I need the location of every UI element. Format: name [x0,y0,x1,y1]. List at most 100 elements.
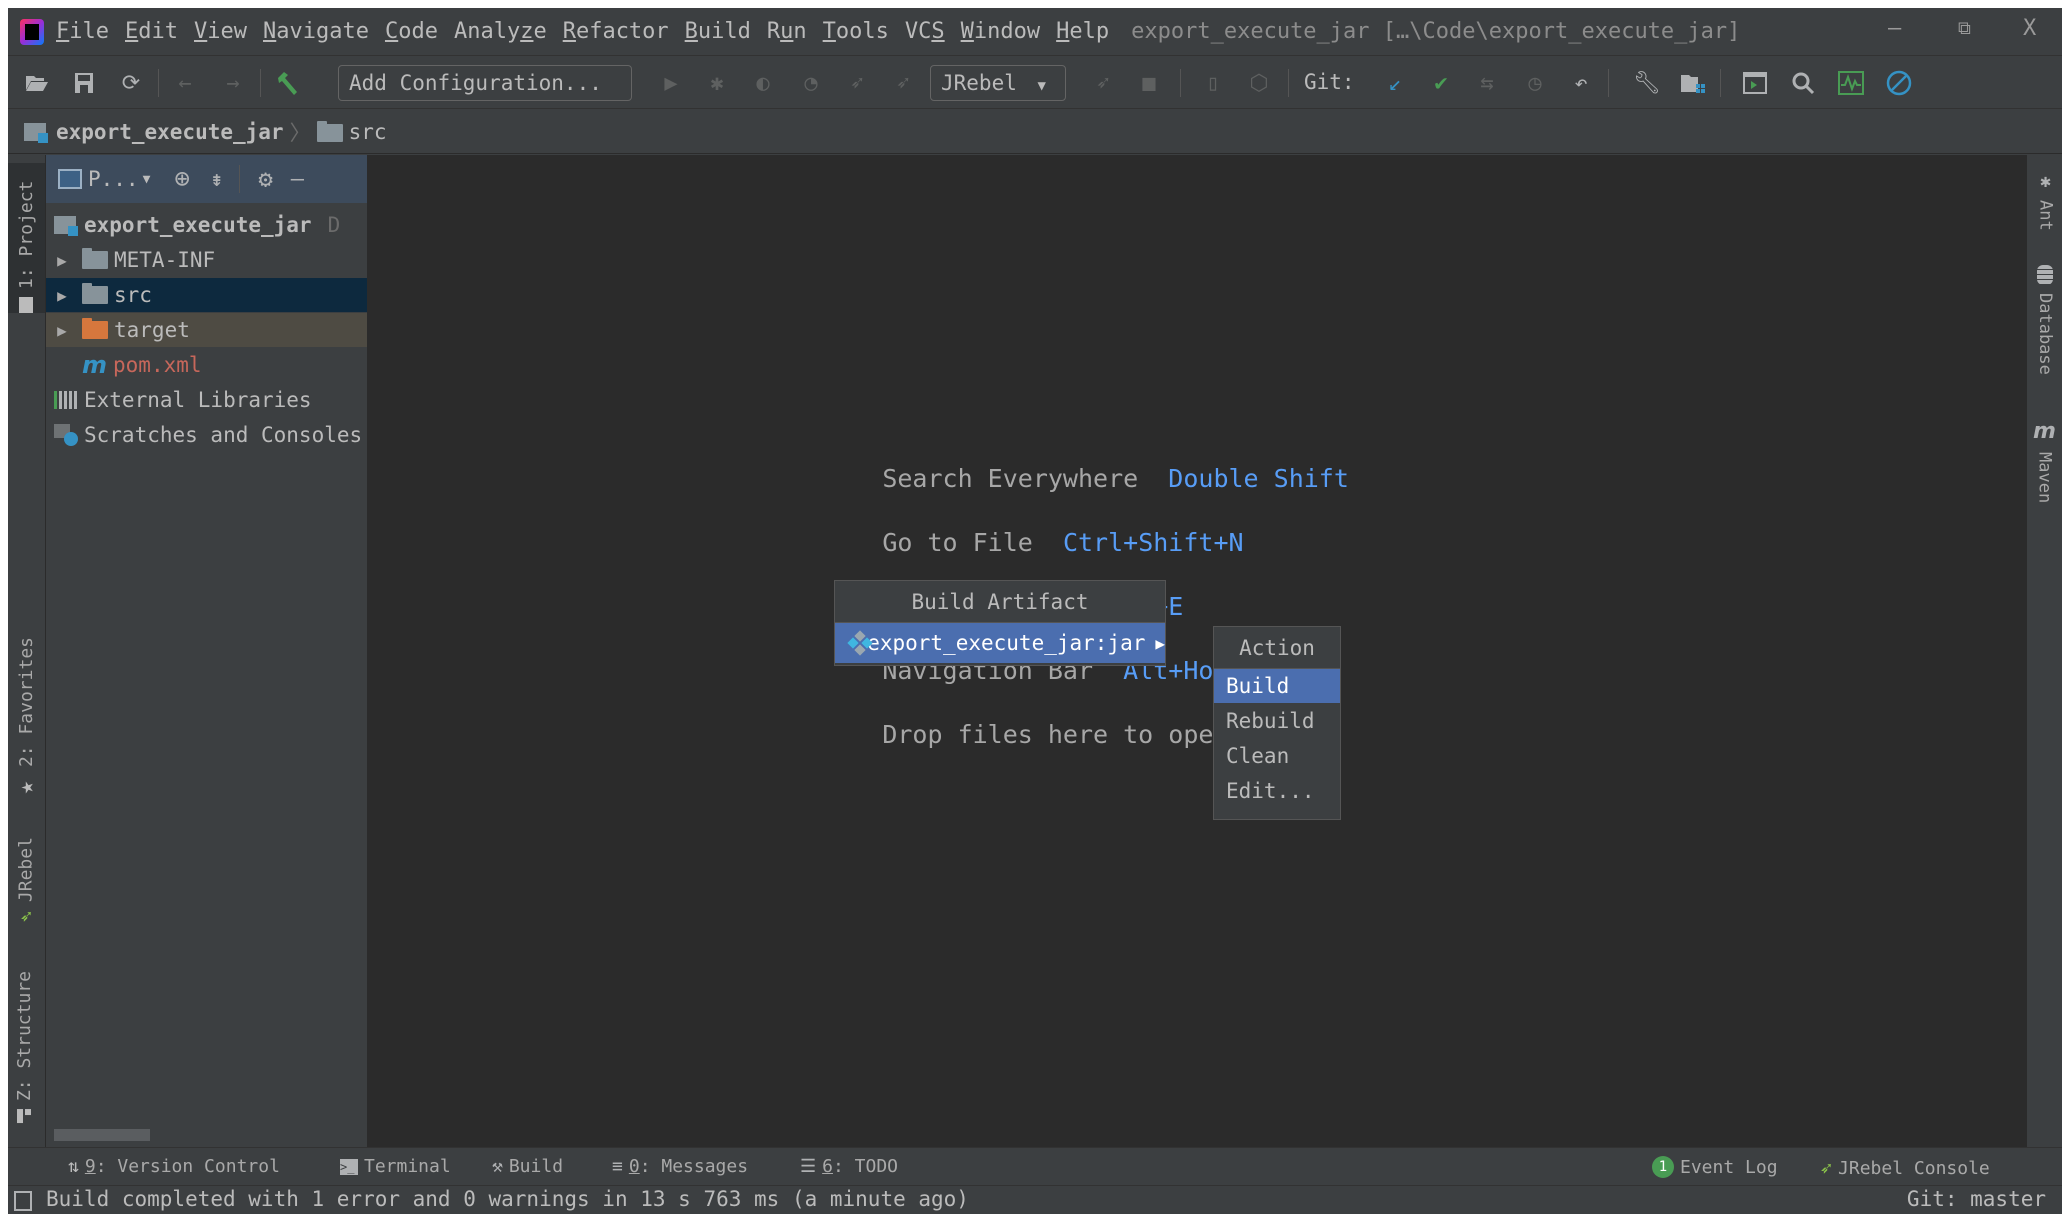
git-rollback-icon[interactable]: ↶ [1566,68,1596,98]
menu-analyze[interactable]: Analyze [454,19,547,44]
tab-database[interactable]: Database [2035,265,2055,375]
jrebel-run-icon[interactable]: ➶ [842,68,872,98]
tab-messages[interactable]: ≡ 0: Messages [612,1156,748,1177]
menu-edit[interactable]: Edit [125,19,178,44]
breadcrumb-item-src[interactable]: src [349,120,387,144]
git-update-icon[interactable]: ↙ [1380,68,1410,98]
save-all-icon[interactable] [69,68,99,98]
toggle-tool-windows-icon[interactable] [14,1191,32,1211]
tab-version-control[interactable]: ⇅ 9: Version Control [68,1156,280,1177]
tab-structure[interactable]: Z: Structure [14,971,35,1124]
build-artifact-popup: Build Artifact export_execute_jar:jar ▶ [834,580,1166,666]
tab-structure-label: Z: Structure [14,971,35,1102]
menu-build[interactable]: Build [685,19,751,44]
bottom-tool-bar: ⇅ 9: Version Control >_ Terminal ⚒ Build… [8,1147,2062,1185]
project-tool-window: P... ▼ ⊕ ⇟ ⚙ — export_execute_jar D ▶ ME… [46,155,368,1147]
breadcrumb-separator: 〉 [289,120,311,145]
back-icon[interactable]: ← [170,68,200,98]
tree-item-target[interactable]: ▶ target [46,313,367,347]
tree-item-meta-inf[interactable]: ▶ META-INF [46,243,367,277]
close-button[interactable]: X [2023,16,2036,41]
git-commit-icon[interactable]: ✔ [1426,68,1456,98]
activity-monitor-icon[interactable] [1836,68,1866,98]
tab-mnemonic: 6 [822,1156,833,1177]
folder-icon [82,248,108,269]
tab-project[interactable]: 1: Project [8,163,45,313]
action-clean[interactable]: Clean [1214,738,1340,773]
menu-code[interactable]: Code [385,19,438,44]
tab-ant[interactable]: ✱ Ant [2035,171,2056,231]
git-branch-widget[interactable]: Git: master [1907,1187,2046,1211]
menu-run[interactable]: Run [767,19,807,44]
menu-vcs[interactable]: VCS [905,19,945,44]
action-rebuild[interactable]: Rebuild [1214,703,1340,738]
menu-refactor[interactable]: Refactor [563,19,669,44]
tab-favorites[interactable]: ★ 2: Favorites [14,637,39,800]
git-compare-icon[interactable]: ⇆ [1472,68,1502,98]
collapse-all-icon[interactable]: ⇟ [210,167,223,192]
menu-file[interactable]: File [56,19,109,44]
tab-label: Event Log [1680,1156,1778,1178]
expand-arrow-icon[interactable]: ▶ [50,286,74,305]
profile-icon[interactable]: ◔ [796,68,826,98]
expand-arrow-icon[interactable]: ▶ [50,321,74,340]
device-manager-icon[interactable]: ▯ [1198,68,1228,98]
jrebel-dropdown[interactable]: JRebel ▼ [930,65,1066,101]
tab-jrebel-console[interactable]: ➶ JRebel Console [1820,1156,1990,1180]
toolbar-separator [1720,69,1721,97]
git-history-icon[interactable]: ◷ [1520,68,1550,98]
chevron-down-icon[interactable]: ▼ [143,172,151,187]
forward-icon[interactable]: → [218,68,248,98]
hide-panel-icon[interactable]: — [291,167,304,192]
synchronize-icon[interactable]: ⟳ [116,68,146,98]
action-edit[interactable]: Edit... [1214,773,1340,808]
tab-terminal[interactable]: >_ Terminal [340,1156,451,1177]
tree-item-scratches[interactable]: Scratches and Consoles [46,418,367,452]
menu-navigate[interactable]: Navigate [263,19,369,44]
tree-item-project-root[interactable]: export_execute_jar D [46,208,367,242]
menu-tools[interactable]: Tools [823,19,889,44]
tree-item-external-libraries[interactable]: External Libraries [46,383,367,417]
open-folder-icon[interactable] [22,68,52,98]
action-build[interactable]: Build [1214,669,1340,703]
terminal-icon[interactable] [1740,68,1770,98]
tab-maven[interactable]: m Maven [2033,419,2056,503]
menu-help[interactable]: Help [1056,19,1109,44]
project-structure-icon[interactable] [1678,68,1708,98]
status-bar: Build completed with 1 error and 0 warni… [8,1185,2062,1214]
status-message[interactable]: Build completed with 1 error and 0 warni… [46,1187,969,1211]
search-icon[interactable] [1788,68,1818,98]
tab-build[interactable]: ⚒ Build [492,1156,563,1177]
minimize-button[interactable]: – [1888,16,1901,41]
sdk-manager-icon[interactable]: ⬡ [1244,68,1274,98]
power-save-icon[interactable] [1884,68,1914,98]
expand-arrow-icon[interactable]: ▶ [50,251,74,270]
tab-todo[interactable]: ☰ 6: TODO [800,1156,898,1177]
run-icon[interactable]: ▶ [656,68,686,98]
breadcrumb-item-project[interactable]: export_execute_jar [56,120,284,144]
restore-button[interactable]: ⧉ [1958,18,1971,39]
coverage-icon[interactable]: ◐ [748,68,778,98]
debug-icon[interactable]: ✱ [702,68,732,98]
artifact-item-export-execute-jar[interactable]: export_execute_jar:jar ▶ [835,623,1165,663]
hint-text: Go to File [882,528,1033,557]
locate-file-icon[interactable]: ⊕ [174,164,190,194]
run-configuration-dropdown[interactable]: Add Configuration... [338,65,632,101]
settings-gear-icon[interactable]: ⚙ [258,165,272,193]
stop-icon[interactable]: ■ [1134,68,1164,98]
settings-wrench-icon[interactable]: 🔧︎ [1632,68,1662,98]
tab-event-log[interactable]: 1 Event Log [1652,1156,1778,1178]
menu-window[interactable]: Window [961,19,1040,44]
tree-item-pom-xml[interactable]: m pom.xml [46,348,367,382]
jrebel-debug-icon[interactable]: ➶ [888,68,918,98]
version-control-icon: ⇅ [68,1156,79,1177]
tab-label: 6: TODO [822,1156,898,1177]
tree-item-src[interactable]: ▶ src [46,278,367,312]
horizontal-scrollbar[interactable] [54,1129,150,1141]
build-hammer-icon[interactable] [272,68,302,98]
menu-view[interactable]: View [194,19,247,44]
jrebel-icon[interactable]: ➶ [1088,68,1118,98]
tab-jrebel[interactable]: ➶ JRebel [14,837,38,928]
project-view-selector[interactable]: P... [88,167,139,191]
tab-database-label: Database [2035,293,2055,375]
